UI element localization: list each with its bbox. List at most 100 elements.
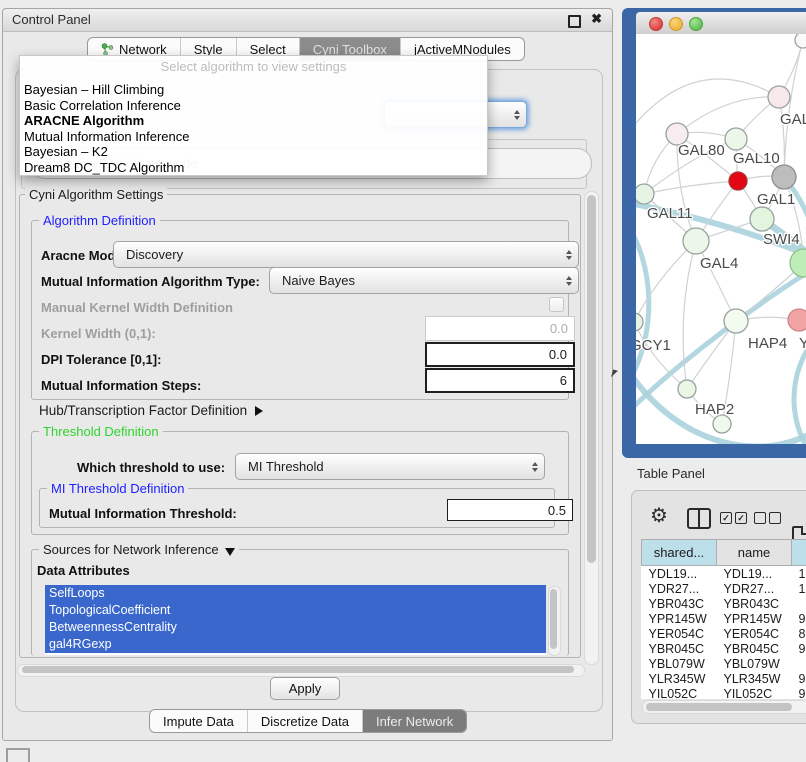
dpi-tolerance-field[interactable]: 0.0 bbox=[425, 342, 575, 367]
table-cell[interactable] bbox=[792, 656, 806, 671]
table-cell[interactable]: YDL19... bbox=[642, 566, 717, 582]
table-row[interactable]: YIL052CYIL052C9 bbox=[642, 686, 806, 699]
network-graph: GALGAL80GAL10GAL1GAL11SWI4GAL4GCY1HAP4YH… bbox=[636, 34, 806, 444]
network-edge bbox=[677, 97, 779, 134]
network-node[interactable] bbox=[729, 172, 747, 190]
attribute-list-item[interactable]: TopologicalCoefficient bbox=[45, 602, 546, 619]
algorithm-option[interactable]: Mutual Information Inference bbox=[24, 129, 483, 145]
network-node[interactable] bbox=[750, 207, 774, 231]
split-panel-icon[interactable] bbox=[687, 508, 711, 529]
aracne-mode-combo[interactable]: Discovery bbox=[113, 241, 579, 268]
network-node[interactable] bbox=[636, 313, 643, 331]
network-node[interactable] bbox=[768, 86, 790, 108]
close-traffic-light-icon[interactable] bbox=[649, 17, 663, 31]
table-cell[interactable]: YBR045C bbox=[642, 641, 717, 656]
table-cell[interactable]: 13 bbox=[792, 566, 806, 582]
which-threshold-combo[interactable]: MI Threshold bbox=[235, 453, 545, 480]
sources-title-text: Sources for Network Inference bbox=[43, 542, 219, 557]
minimize-traffic-light-icon[interactable] bbox=[669, 17, 683, 31]
node-table[interactable]: shared...name YDL19...YDL19...13YDR27...… bbox=[641, 539, 806, 699]
attribute-list-item[interactable]: SelfLoops bbox=[45, 585, 546, 602]
table-horizontal-scrollbar[interactable] bbox=[642, 700, 806, 714]
close-icon[interactable]: ✖ bbox=[591, 11, 602, 27]
kernel-width-field[interactable]: 0.0 bbox=[425, 316, 575, 341]
table-cell[interactable]: 9. bbox=[792, 641, 806, 656]
table-cell[interactable]: 9. bbox=[792, 611, 806, 626]
control-panel-titlebar[interactable]: Control Panel ✖ bbox=[3, 9, 612, 32]
aracne-mode-value: Discovery bbox=[126, 247, 183, 262]
mi-threshold-field[interactable]: 0.5 bbox=[447, 499, 573, 521]
table-cell[interactable]: YIL052C bbox=[717, 686, 792, 699]
table-cell[interactable]: 8. bbox=[792, 626, 806, 641]
network-node[interactable] bbox=[725, 128, 747, 150]
algorithm-option[interactable]: Dream8 DC_TDC Algorithm bbox=[24, 160, 483, 176]
mi-steps-field[interactable]: 6 bbox=[425, 368, 575, 393]
settings-horizontal-scrollbar[interactable] bbox=[17, 664, 585, 677]
table-cell[interactable]: YDR27... bbox=[717, 581, 792, 596]
algorithm-option[interactable]: ARACNE Algorithm bbox=[24, 113, 483, 129]
apply-button[interactable]: Apply bbox=[270, 677, 340, 700]
table-cell[interactable]: YDL19... bbox=[717, 566, 792, 582]
column-header-shared...[interactable]: shared... bbox=[642, 540, 717, 566]
select-all-columns-icon[interactable]: ✓✓ bbox=[720, 512, 747, 524]
zoom-traffic-light-icon[interactable] bbox=[689, 17, 703, 31]
attribute-list-scrollbar[interactable] bbox=[548, 586, 561, 656]
table-row[interactable]: YDL19...YDL19...13 bbox=[642, 566, 806, 582]
network-canvas[interactable]: GALGAL80GAL10GAL1GAL11SWI4GAL4GCY1HAP4YH… bbox=[636, 34, 806, 444]
table-cell[interactable]: 12 bbox=[792, 581, 806, 596]
table-cell[interactable]: 9 bbox=[792, 686, 806, 699]
combo-stepper-icon bbox=[514, 110, 520, 120]
table-cell[interactable]: YIL052C bbox=[642, 686, 717, 699]
tab-infer-network[interactable]: Infer Network bbox=[363, 710, 466, 732]
table-cell[interactable]: YER054C bbox=[642, 626, 717, 641]
algorithm-option[interactable]: Bayesian – Hill Climbing bbox=[24, 82, 483, 98]
table-settings-gear-icon[interactable]: ⚙ bbox=[650, 506, 668, 526]
network-window[interactable]: GALGAL80GAL10GAL1GAL11SWI4GAL4GCY1HAP4YH… bbox=[622, 8, 806, 458]
network-node[interactable] bbox=[683, 228, 709, 254]
table-row[interactable]: YLR345WYLR345W9. bbox=[642, 671, 806, 686]
table-cell[interactable]: YPR145W bbox=[717, 611, 792, 626]
deselect-all-columns-icon[interactable] bbox=[754, 512, 781, 524]
table-cell[interactable]: YBR045C bbox=[717, 641, 792, 656]
table-cell[interactable]: YBL079W bbox=[717, 656, 792, 671]
attribute-list-item[interactable]: gal4RGexp bbox=[45, 636, 546, 653]
network-node[interactable] bbox=[772, 165, 796, 189]
tab-impute-data[interactable]: Impute Data bbox=[150, 710, 248, 732]
network-node[interactable] bbox=[724, 309, 748, 333]
mi-type-combo[interactable]: Naive Bayes bbox=[269, 267, 579, 294]
settings-vertical-scrollbar[interactable] bbox=[584, 191, 599, 665]
network-node[interactable] bbox=[795, 34, 806, 48]
network-window-titlebar[interactable] bbox=[636, 12, 806, 35]
table-cell[interactable]: 9. bbox=[792, 671, 806, 686]
table-row[interactable]: YBL079WYBL079W bbox=[642, 656, 806, 671]
table-row[interactable]: YER054CYER054C8. bbox=[642, 626, 806, 641]
float-window-icon[interactable] bbox=[568, 15, 581, 28]
sources-group-title[interactable]: Sources for Network Inference bbox=[39, 542, 239, 557]
data-attributes-list[interactable]: SelfLoopsTopologicalCoefficientBetweenne… bbox=[45, 585, 546, 655]
network-node[interactable] bbox=[788, 309, 806, 331]
table-cell[interactable]: YBR043C bbox=[642, 596, 717, 611]
minimized-panel-icon[interactable] bbox=[6, 748, 30, 762]
algorithm-option[interactable]: Bayesian – K2 bbox=[24, 144, 483, 160]
table-cell[interactable] bbox=[792, 596, 806, 611]
algorithm-option[interactable]: Basic Correlation Inference bbox=[24, 98, 483, 114]
network-node[interactable] bbox=[678, 380, 696, 398]
tab-discretize-data[interactable]: Discretize Data bbox=[248, 710, 363, 732]
table-cell[interactable]: YLR345W bbox=[642, 671, 717, 686]
column-header-extra[interactable] bbox=[792, 540, 806, 566]
table-cell[interactable]: YPR145W bbox=[642, 611, 717, 626]
table-row[interactable]: YPR145WYPR145W9. bbox=[642, 611, 806, 626]
table-cell[interactable]: YLR345W bbox=[717, 671, 792, 686]
manual-kernel-checkbox[interactable] bbox=[549, 297, 564, 312]
column-header-name[interactable]: name bbox=[717, 540, 792, 566]
hub-definition-toggle[interactable]: Hub/Transcription Factor Definition bbox=[39, 403, 263, 418]
table-cell[interactable]: YDR27... bbox=[642, 581, 717, 596]
table-cell[interactable]: YBL079W bbox=[642, 656, 717, 671]
table-cell[interactable]: YBR043C bbox=[717, 596, 792, 611]
table-row[interactable]: YBR043CYBR043C bbox=[642, 596, 806, 611]
network-node[interactable] bbox=[636, 184, 654, 204]
table-row[interactable]: YDR27...YDR27...12 bbox=[642, 581, 806, 596]
table-row[interactable]: YBR045CYBR045C9. bbox=[642, 641, 806, 656]
table-cell[interactable]: YER054C bbox=[717, 626, 792, 641]
attribute-list-item[interactable]: BetweennessCentrality bbox=[45, 619, 546, 636]
